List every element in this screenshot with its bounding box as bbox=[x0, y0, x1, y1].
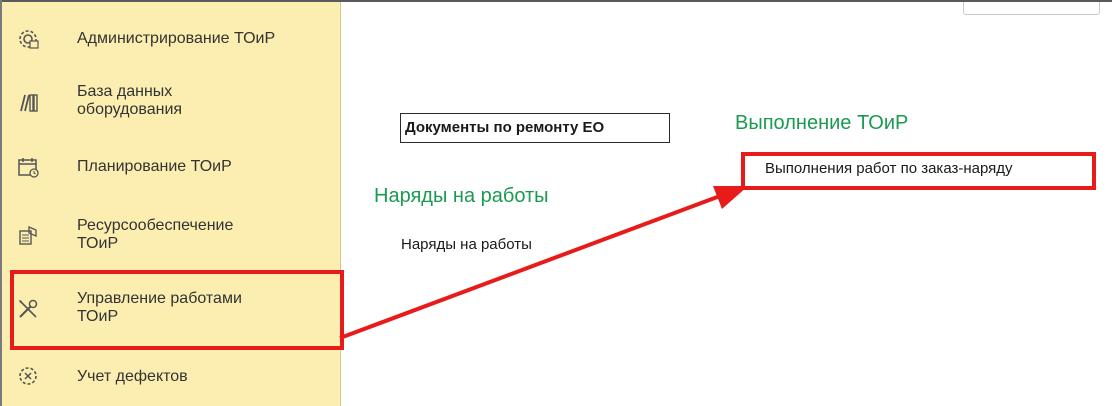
sidebar-item-label: Планирование ТОиР bbox=[77, 158, 232, 175]
calendar-icon bbox=[14, 153, 42, 181]
sidebar-item-administration[interactable]: Администрирование ТОиР bbox=[2, 18, 340, 60]
execution-link[interactable]: Выполнения работ по заказ-наряду bbox=[765, 160, 1013, 177]
sidebar-item-label: Администрирование ТОиР bbox=[77, 30, 276, 47]
orders-link[interactable]: Наряды на работы bbox=[401, 236, 532, 253]
sidebar-item-defects[interactable]: Учет дефектов bbox=[2, 356, 340, 398]
defect-icon bbox=[14, 362, 42, 390]
sidebar-item-equipment-db[interactable]: База данных оборудования bbox=[2, 77, 340, 127]
resources-icon bbox=[14, 221, 42, 249]
highlight-box-sidebar bbox=[10, 270, 344, 350]
gear-settings-icon bbox=[14, 25, 42, 53]
section-title-execution: Выполнение ТОиР bbox=[735, 112, 909, 134]
sidebar-item-label: Учет дефектов bbox=[77, 368, 188, 385]
sidebar-item-resources[interactable]: Ресурсообеспечение ТОиР bbox=[2, 207, 340, 263]
sidebar-item-label: Ресурсообеспечение ТОиР bbox=[77, 217, 234, 252]
documents-link[interactable]: Документы по ремонту ЕО bbox=[405, 119, 604, 136]
sidebar-item-planning[interactable]: Планирование ТОиР bbox=[2, 147, 340, 189]
books-icon bbox=[14, 89, 42, 117]
section-title-orders: Наряды на работы bbox=[374, 185, 549, 207]
sidebar-item-label: База данных оборудования bbox=[77, 83, 183, 118]
search-field-edge[interactable] bbox=[963, 2, 1100, 15]
